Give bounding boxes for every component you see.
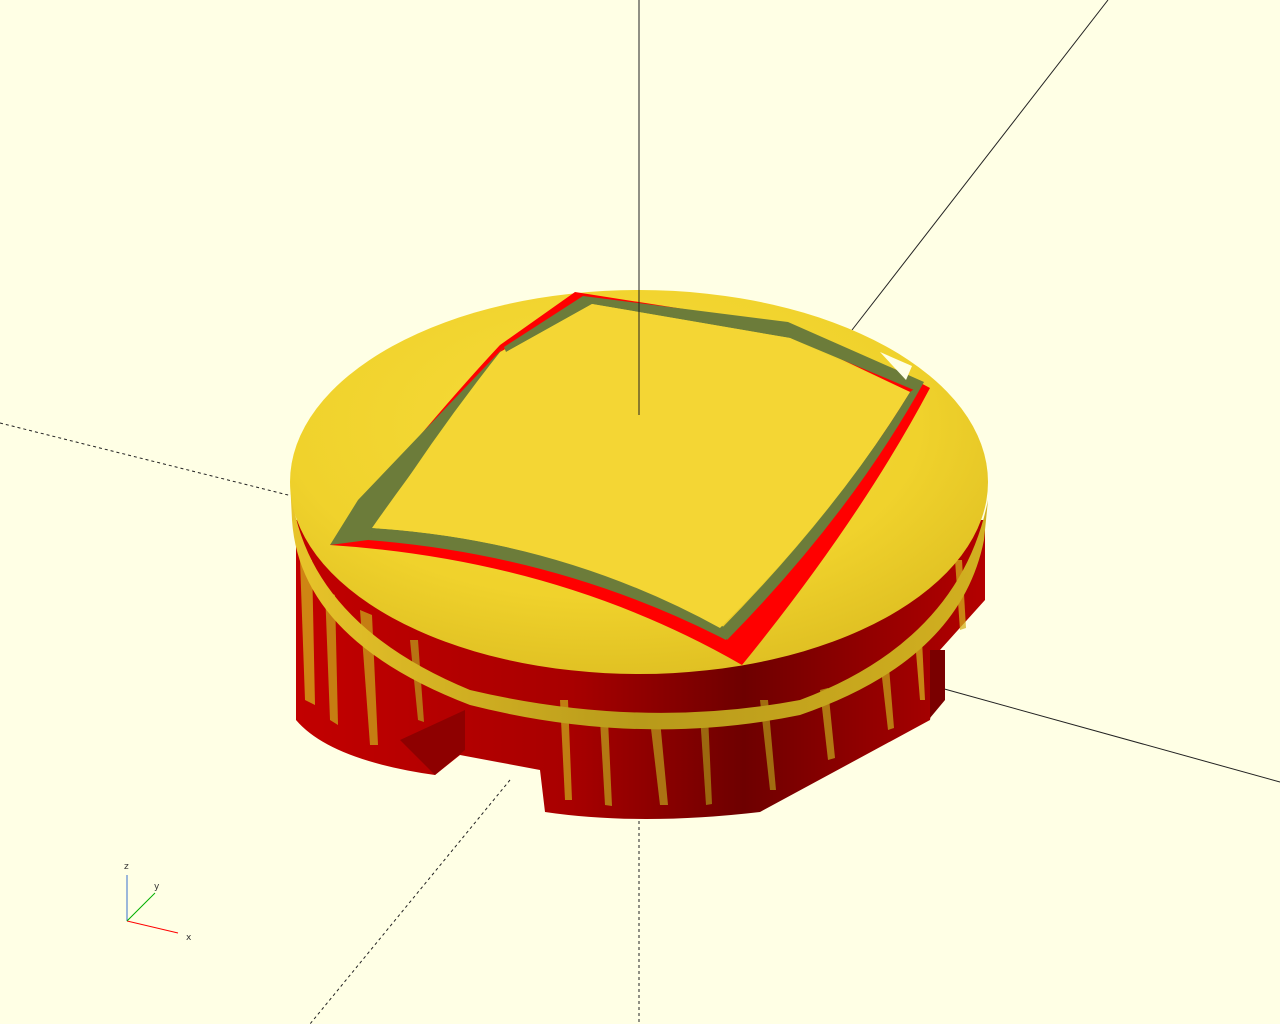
y-axis-neg-line — [309, 779, 511, 1024]
gizmo-y-label: y — [154, 882, 160, 892]
axis-gizmo: z y x — [124, 862, 192, 943]
gizmo-y-line — [126, 892, 156, 922]
3d-viewport[interactable]: z y x — [0, 0, 1280, 1024]
gizmo-x-label: x — [186, 933, 192, 943]
x-axis-line — [929, 684, 1280, 783]
gizmo-x-line — [126, 920, 179, 934]
gizmo-z-label: z — [124, 862, 129, 872]
x-axis-neg-line — [0, 422, 301, 499]
scene-svg: z y x — [0, 0, 1280, 1024]
y-axis-line — [851, 0, 1109, 331]
cylinder-notch-right — [930, 650, 945, 718]
